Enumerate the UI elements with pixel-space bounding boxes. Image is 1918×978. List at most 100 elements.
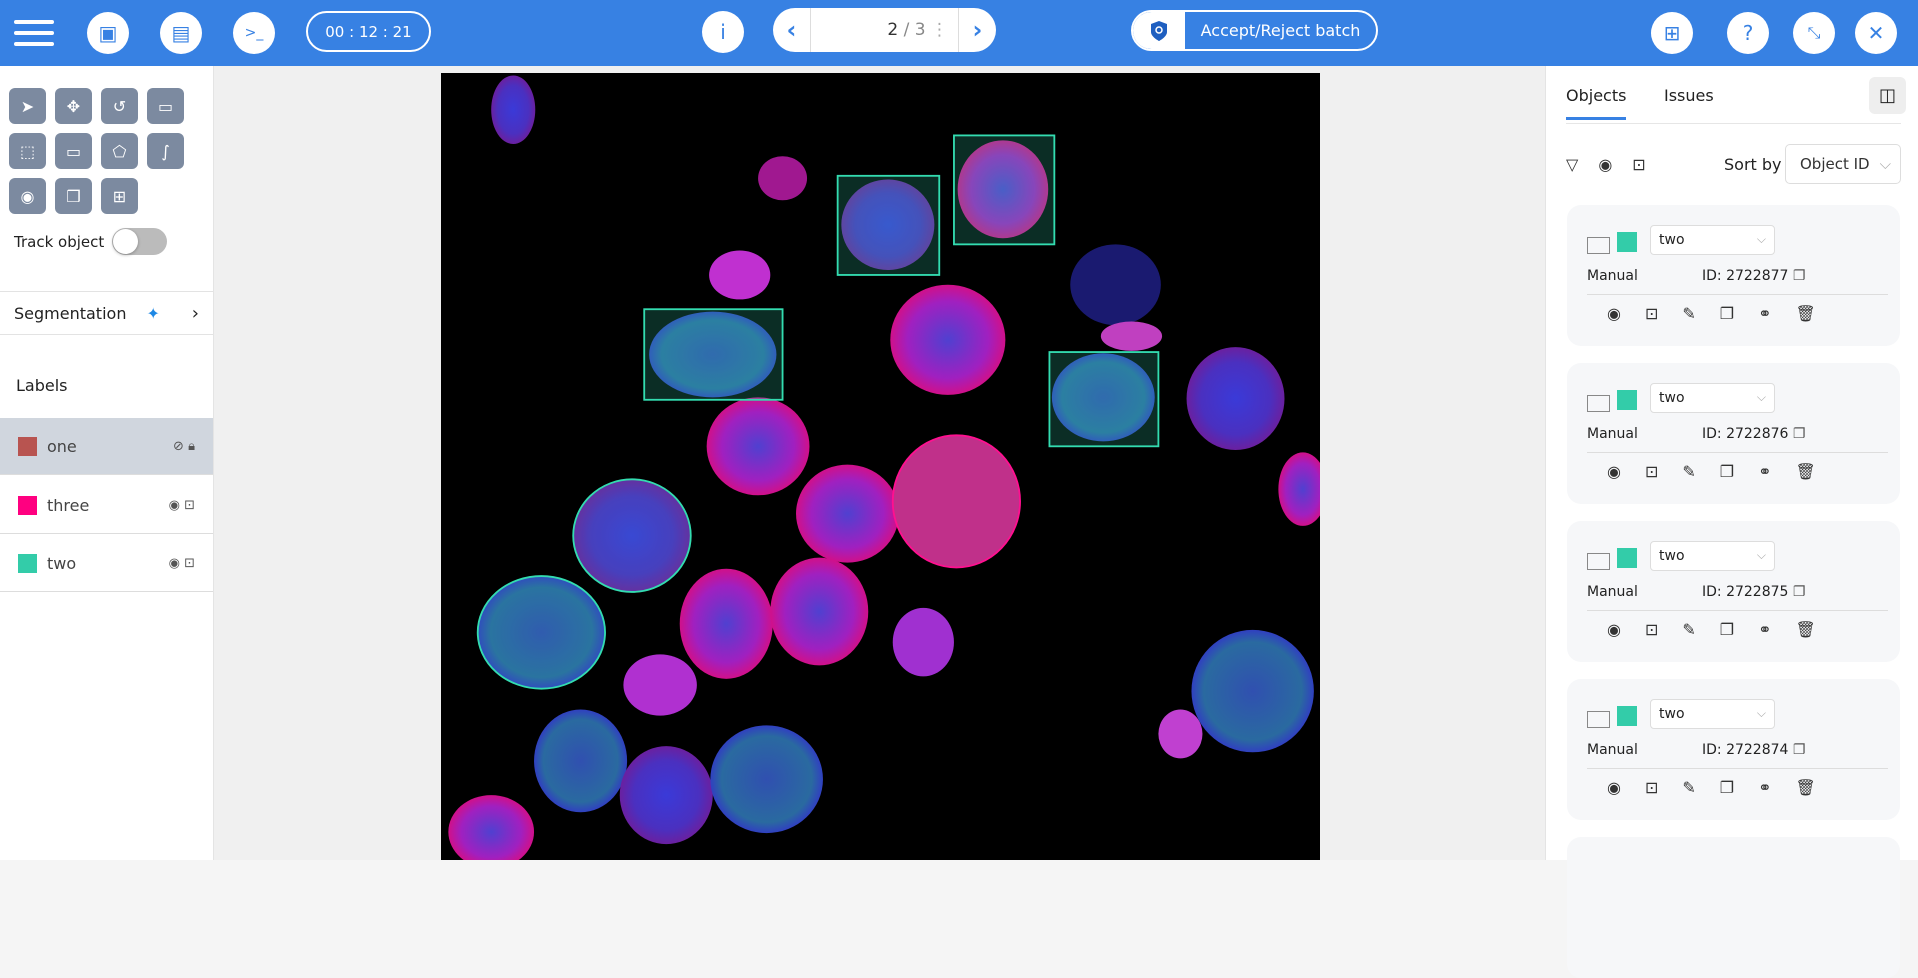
point-tool-icon[interactable]: ◉ — [9, 178, 46, 214]
menu-icon[interactable] — [14, 20, 54, 46]
unlock-icon[interactable]: ⊡ — [184, 556, 195, 571]
copy-icon[interactable]: ❐ — [1793, 426, 1806, 442]
panel-layout-button[interactable]: ◫ — [1869, 77, 1906, 114]
sort-value: Object ID — [1800, 155, 1870, 173]
guide-button[interactable]: ▤ — [160, 12, 202, 54]
bbox-annotation[interactable] — [953, 134, 1056, 246]
object-checkbox[interactable] — [1587, 237, 1610, 254]
sort-by-select[interactable]: Object ID ⌵ — [1785, 144, 1901, 184]
microscopy-image[interactable] — [441, 73, 1320, 860]
fullscreen-button[interactable]: ⤡ — [1793, 12, 1835, 54]
copy-icon[interactable]: ❐ — [1793, 584, 1806, 600]
copy-icon[interactable]: ❐ — [1793, 742, 1806, 758]
polygon-annotation[interactable] — [572, 478, 692, 593]
copy-icon[interactable]: ❐ — [1793, 268, 1806, 284]
pager: ‹ 2 / 3 ⋮ › — [773, 8, 996, 52]
help-button[interactable]: ? — [1727, 12, 1769, 54]
link-icon[interactable]: ⚭ — [1758, 304, 1771, 323]
eye-icon[interactable]: ◉ — [1607, 778, 1621, 797]
label-color-swatch — [1617, 548, 1637, 568]
copy-icon[interactable]: ❐ — [1720, 620, 1734, 639]
segmentation-label: Segmentation — [14, 303, 127, 323]
info-button[interactable]: i — [702, 11, 744, 53]
accept-reject-batch-button[interactable]: Accept/Reject batch — [1131, 10, 1378, 51]
pin-icon[interactable]: ✎ — [1682, 778, 1695, 797]
copy-icon[interactable]: ❐ — [1720, 778, 1734, 797]
trash-icon[interactable]: 🗑︎ — [1796, 778, 1816, 797]
rectangle-rounded-tool-icon[interactable]: ▭ — [147, 88, 184, 124]
eye-icon[interactable]: ◉ — [1607, 620, 1621, 639]
label-select[interactable]: two ⌵ — [1650, 699, 1775, 729]
select-tool-icon[interactable]: ➤ — [9, 88, 46, 124]
eye-icon[interactable]: ◉ — [1598, 155, 1612, 174]
object-card[interactable]: two ⌵ Manual ID: 2722877 ❐ ◉ ⊡ ✎ ❐ ⚭ 🗑︎ — [1567, 205, 1900, 346]
lock-icon[interactable]: 🔒︎ — [188, 439, 195, 454]
page-input[interactable]: 2 / 3 ⋮ — [810, 8, 959, 52]
trash-icon[interactable]: 🗑︎ — [1796, 304, 1816, 323]
tab-objects[interactable]: Objects — [1566, 86, 1627, 120]
unlock-icon[interactable]: ⊡ — [184, 498, 195, 513]
rectangle-tool-icon[interactable]: ▭ — [55, 133, 92, 169]
segmentation-row[interactable]: Segmentation ✦ › — [0, 291, 213, 335]
unlock-icon[interactable]: ⊡ — [1645, 620, 1658, 639]
polyline-tool-icon[interactable]: ∫ — [147, 133, 184, 169]
eye-off-icon[interactable]: ⊘ — [173, 439, 184, 454]
object-checkbox[interactable] — [1587, 711, 1610, 728]
prev-page-button[interactable]: ‹ — [773, 8, 810, 52]
label-row-three[interactable]: three ◉ ⊡ — [0, 477, 213, 534]
pin-icon[interactable]: ✎ — [1682, 620, 1695, 639]
bbox-annotation[interactable] — [1048, 351, 1160, 448]
polygon-tool-icon[interactable]: ⬠ — [101, 133, 138, 169]
object-card[interactable] — [1567, 837, 1900, 978]
bbox-annotation[interactable] — [836, 174, 941, 276]
filter-icon[interactable]: ▽ — [1566, 155, 1578, 174]
zoom-region-tool-icon[interactable]: ⬚ — [9, 133, 46, 169]
move-tool-icon[interactable]: ✥ — [55, 88, 92, 124]
pin-icon[interactable]: ✎ — [1682, 304, 1695, 323]
save-button[interactable]: ▣ — [87, 12, 129, 54]
tab-issues[interactable]: Issues — [1664, 86, 1714, 105]
link-icon[interactable]: ⚭ — [1758, 462, 1771, 481]
copy-icon[interactable]: ❐ — [1720, 304, 1734, 323]
object-card[interactable]: two ⌵ Manual ID: 2722876 ❐ ◉ ⊡ ✎ ❐ ⚭ 🗑︎ — [1567, 363, 1900, 504]
grid-view-button[interactable]: ⊞ — [1651, 12, 1693, 54]
unlock-icon[interactable]: ⊡ — [1645, 304, 1658, 323]
eye-icon[interactable]: ◉ — [1607, 462, 1621, 481]
trash-icon[interactable]: 🗑︎ — [1796, 462, 1816, 481]
eye-icon[interactable]: ◉ — [169, 556, 180, 571]
object-source: Manual — [1587, 268, 1638, 284]
track-object-toggle[interactable] — [112, 228, 168, 255]
pin-icon[interactable]: ✎ — [1682, 462, 1695, 481]
copy-icon[interactable]: ❐ — [1720, 462, 1734, 481]
label-row-one[interactable]: one ⊘ 🔒︎ — [0, 418, 213, 475]
unlock-icon[interactable]: ⊡ — [1645, 778, 1658, 797]
label-select[interactable]: two ⌵ — [1650, 541, 1775, 571]
objects-panel: Objects Issues ◫ ▽ ◉ ⊡ Sort by Object ID… — [1545, 66, 1918, 978]
sidebar-icon: ◫ — [1878, 85, 1896, 106]
link-icon[interactable]: ⚭ — [1758, 620, 1771, 639]
object-card[interactable]: two ⌵ Manual ID: 2722874 ❐ ◉ ⊡ ✎ ❐ ⚭ 🗑︎ — [1567, 679, 1900, 820]
merge-tool-icon[interactable]: ⊞ — [101, 178, 138, 214]
object-checkbox[interactable] — [1587, 395, 1610, 412]
label-row-two[interactable]: two ◉ ⊡ — [0, 535, 213, 592]
object-id: ID: 2722875 ❐ — [1702, 584, 1805, 600]
close-button[interactable]: ✕ — [1855, 12, 1897, 54]
unlock-icon[interactable]: ⊡ — [1632, 155, 1645, 174]
object-card[interactable]: two ⌵ Manual ID: 2722875 ❐ ◉ ⊡ ✎ ❐ ⚭ 🗑︎ — [1567, 521, 1900, 662]
link-icon[interactable]: ⚭ — [1758, 778, 1771, 797]
eye-icon[interactable]: ◉ — [169, 498, 180, 513]
trash-icon[interactable]: 🗑︎ — [1796, 620, 1816, 639]
timer: 00 : 12 : 21 — [306, 11, 431, 52]
cuboid-tool-icon[interactable]: ❒ — [55, 178, 92, 214]
bbox-annotation[interactable] — [643, 308, 784, 401]
rotate-tool-icon[interactable]: ↺ — [101, 88, 138, 124]
object-checkbox[interactable] — [1587, 553, 1610, 570]
label-select[interactable]: two ⌵ — [1650, 383, 1775, 413]
left-sidebar: ➤ ✥ ↺ ▭ ⬚ ▭ ⬠ ∫ ◉ ❒ ⊞ Track object Segme… — [0, 66, 214, 860]
unlock-icon[interactable]: ⊡ — [1645, 462, 1658, 481]
polygon-annotation[interactable] — [476, 575, 606, 690]
next-page-button[interactable]: › — [959, 8, 996, 52]
terminal-button[interactable]: >_ — [233, 12, 275, 54]
label-select[interactable]: two ⌵ — [1650, 225, 1775, 255]
eye-icon[interactable]: ◉ — [1607, 304, 1621, 323]
